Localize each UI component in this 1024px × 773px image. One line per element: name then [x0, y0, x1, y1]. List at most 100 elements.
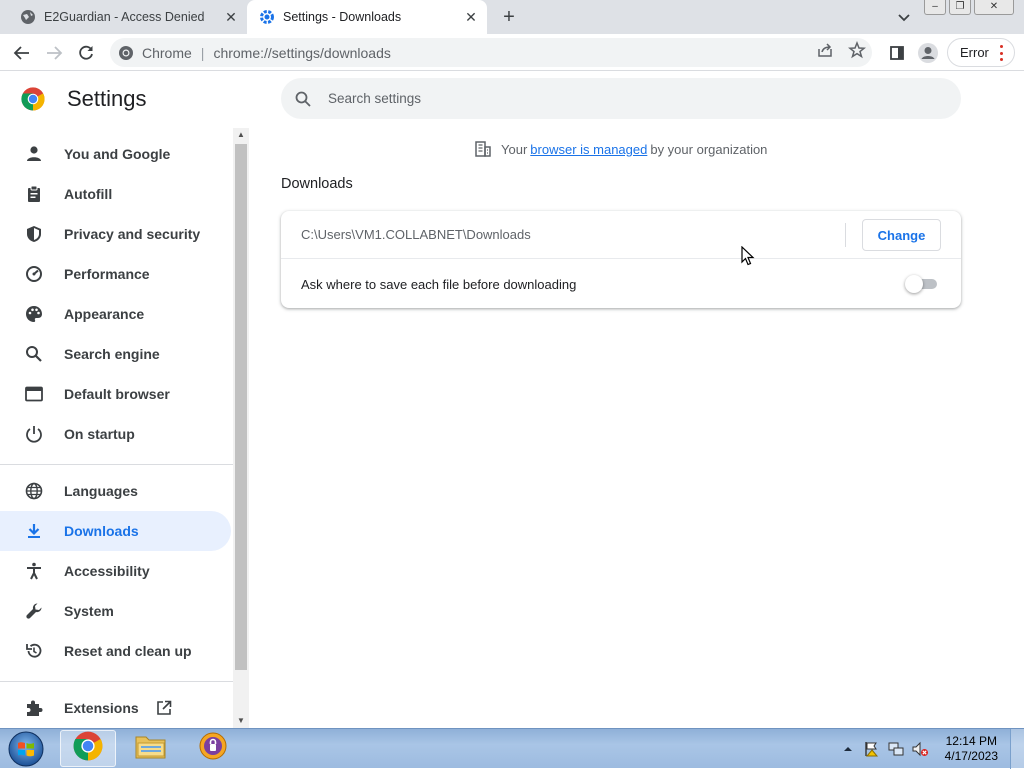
tab-settings-downloads[interactable]: Settings - Downloads ✕ [247, 0, 487, 34]
scrollbar-thumb[interactable] [235, 144, 247, 670]
globe-icon [24, 481, 44, 501]
url-separator: | [200, 44, 205, 61]
change-location-button[interactable]: Change [862, 219, 941, 251]
action-center-flag-icon[interactable] [863, 740, 881, 758]
tab-title: E2Guardian - Access Denied [44, 10, 205, 24]
download-icon [24, 521, 44, 541]
url-text[interactable]: chrome://settings/downloads [213, 45, 390, 61]
sidebar-divider [0, 464, 233, 465]
sidebar-item-label: On startup [64, 426, 135, 442]
globe-icon [20, 9, 36, 25]
chrome-site-icon [118, 45, 134, 61]
shield-lock-icon [198, 731, 228, 766]
forward-arrow-icon[interactable] [43, 42, 65, 64]
tab-strip: E2Guardian - Access Denied ✕ Settings - … [0, 0, 1024, 34]
sidebar-item-label: Extensions [64, 700, 139, 716]
sidebar-item-search-engine[interactable]: Search engine [0, 334, 231, 374]
download-location-row: C:\Users\VM1.COLLABNET\Downloads Change [281, 211, 961, 259]
network-icon[interactable] [887, 740, 905, 758]
sidebar-item-label: Appearance [64, 306, 145, 322]
system-tray: 12:14 PM 4/17/2023 [839, 729, 1024, 769]
kebab-menu-icon [1000, 45, 1004, 61]
sidebar-item-label: Performance [64, 266, 150, 282]
building-icon [474, 140, 492, 158]
scroll-down-arrow-icon[interactable]: ▼ [233, 714, 249, 728]
address-bar[interactable]: Chrome | chrome://settings/downloads [110, 38, 872, 67]
sidebar-item-label: System [64, 603, 114, 619]
close-tab-icon[interactable]: ✕ [223, 9, 239, 25]
toggle-knob [905, 275, 923, 293]
sidebar-scrollbar[interactable]: ▲ ▼ [233, 128, 249, 728]
sidebar-item-label: Downloads [64, 523, 139, 539]
shield-icon [24, 224, 44, 244]
taskbar-chrome-button[interactable] [60, 730, 116, 767]
puzzle-icon [24, 698, 44, 718]
side-panel-icon[interactable] [886, 42, 908, 64]
scroll-up-arrow-icon[interactable]: ▲ [233, 128, 249, 142]
reload-icon[interactable] [75, 42, 97, 64]
sidebar-item-privacy-and-security[interactable]: Privacy and security [0, 214, 231, 254]
start-button[interactable] [6, 730, 46, 768]
share-icon[interactable] [816, 41, 834, 59]
ask-where-to-save-toggle[interactable] [905, 275, 939, 293]
managed-prefix: Your [501, 141, 528, 157]
sidebar-item-extensions[interactable]: Extensions [0, 688, 231, 728]
sidebar-item-system[interactable]: System [0, 591, 231, 631]
error-label: Error [960, 45, 989, 60]
reset-icon [24, 641, 44, 661]
clipboard-icon [24, 184, 44, 204]
search-icon [24, 344, 44, 364]
new-tab-plus-icon[interactable]: + [498, 6, 520, 28]
sidebar-item-you-and-google[interactable]: You and Google [0, 134, 231, 174]
search-settings-input[interactable] [326, 90, 886, 107]
page-title: Settings [67, 86, 147, 111]
sidebar-item-appearance[interactable]: Appearance [0, 294, 231, 334]
folder-icon [134, 731, 168, 766]
taskbar-file-explorer-button[interactable] [123, 730, 179, 767]
window-controls: ‒ ❐ ✕ [924, 0, 1014, 15]
tab-e2guardian[interactable]: E2Guardian - Access Denied ✕ [0, 0, 247, 34]
sidebar-item-performance[interactable]: Performance [0, 254, 231, 294]
show-desktop-button[interactable] [1010, 729, 1024, 769]
browser-toolbar: Chrome | chrome://settings/downloads Err… [0, 34, 1024, 71]
tab-title: Settings - Downloads [283, 10, 402, 24]
sidebar-item-downloads[interactable]: Downloads [0, 511, 231, 551]
downloads-section-title: Downloads [281, 176, 353, 192]
open-in-new-icon [155, 699, 173, 717]
error-menu-button[interactable]: Error [947, 38, 1015, 67]
back-arrow-icon[interactable] [11, 42, 33, 64]
row-separator [845, 223, 846, 247]
search-settings-bar[interactable] [281, 78, 961, 119]
sidebar-item-label: Default browser [64, 386, 170, 402]
sidebar-item-label: Reset and clean up [64, 643, 192, 659]
power-icon [24, 424, 44, 444]
close-tab-icon[interactable]: ✕ [463, 9, 479, 25]
sidebar-item-label: You and Google [64, 146, 171, 162]
bookmark-star-icon[interactable] [848, 41, 866, 59]
sidebar-item-reset-and-clean-up[interactable]: Reset and clean up [0, 631, 231, 671]
minimize-button[interactable]: ‒ [924, 0, 946, 15]
chrome-logo-icon [21, 87, 45, 111]
scheme-label: Chrome [142, 44, 192, 61]
sidebar-item-accessibility[interactable]: Accessibility [0, 551, 231, 591]
sidebar-item-default-browser[interactable]: Default browser [0, 374, 231, 414]
browser-window-icon [24, 384, 44, 404]
tab-search-chevron-down-icon[interactable] [895, 8, 913, 26]
taskbar-clock[interactable]: 12:14 PM 4/17/2023 [945, 734, 998, 764]
clock-time: 12:14 PM [945, 734, 997, 748]
browser-managed-link[interactable]: browser is managed [530, 142, 647, 157]
profile-avatar-icon[interactable] [917, 42, 939, 64]
show-hidden-icons-arrow-icon[interactable] [839, 740, 857, 758]
sidebar-item-autofill[interactable]: Autofill [0, 174, 231, 214]
ask-where-to-save-row[interactable]: Ask where to save each file before downl… [281, 260, 961, 308]
restore-button[interactable]: ❐ [949, 0, 971, 15]
wrench-icon [24, 601, 44, 621]
volume-muted-icon[interactable] [911, 740, 929, 758]
mouse-cursor-icon [741, 245, 755, 266]
window-close-button[interactable]: ✕ [974, 0, 1014, 15]
sidebar-item-label: Autofill [64, 186, 113, 202]
sidebar-item-on-startup[interactable]: On startup [0, 414, 231, 454]
taskbar-security-app-button[interactable] [185, 730, 241, 767]
search-icon [294, 90, 312, 108]
sidebar-item-languages[interactable]: Languages [0, 471, 231, 511]
